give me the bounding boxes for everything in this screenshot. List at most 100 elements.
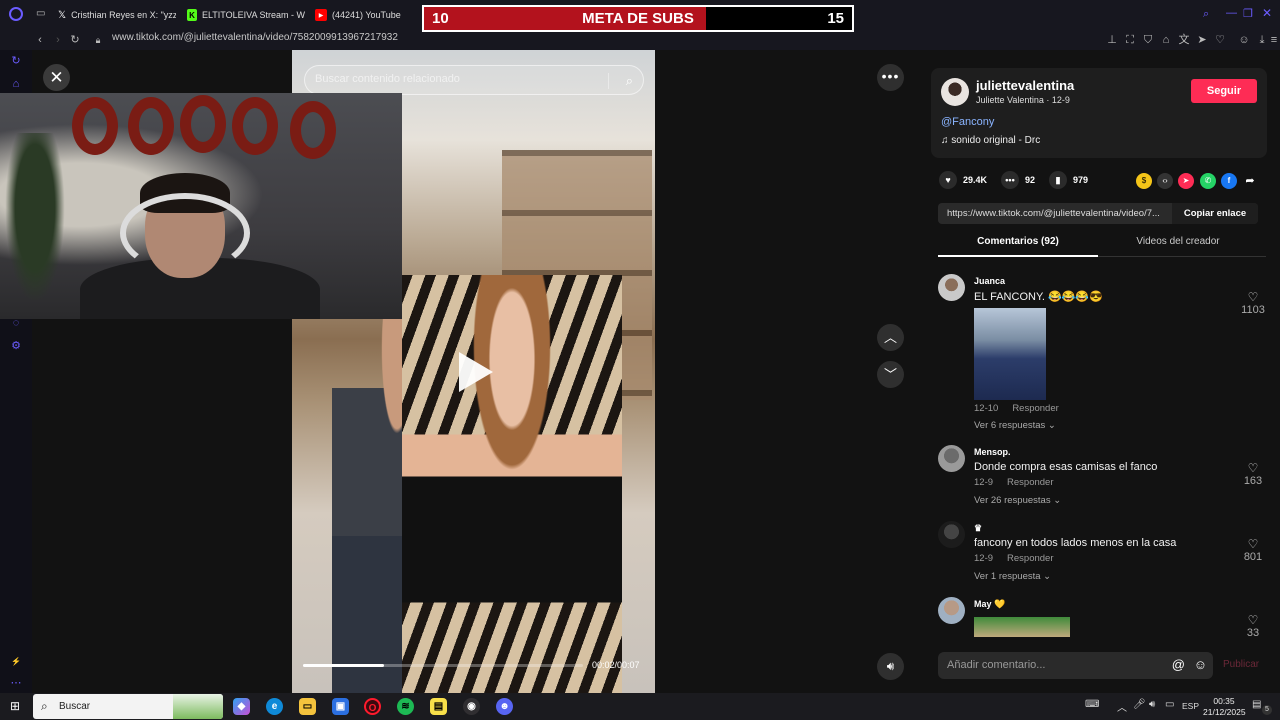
previous-video-button[interactable]: ︿ bbox=[877, 324, 904, 351]
comment-username[interactable]: Juanca bbox=[974, 276, 1005, 286]
translate-icon[interactable]: 文 bbox=[1177, 33, 1191, 47]
related-search-input[interactable]: Buscar contenido relacionado ⌕ bbox=[304, 65, 644, 95]
comment-username[interactable]: ♛ bbox=[974, 523, 982, 534]
view-replies-button[interactable]: Ver 6 respuestas ⌄ bbox=[974, 420, 1056, 431]
comment-username[interactable]: Mensop. bbox=[974, 447, 1011, 457]
follow-button[interactable]: Seguir bbox=[1191, 79, 1257, 103]
tab-youtube[interactable]: ▶ (44241) YouTube bbox=[315, 7, 420, 23]
tab-label: (44241) YouTube bbox=[332, 10, 401, 20]
mic-icon[interactable]: 🎤︎ bbox=[1133, 699, 1146, 710]
tab-comments[interactable]: Comentarios (92) bbox=[938, 236, 1098, 247]
extensions-icon[interactable]: ⚡ bbox=[9, 655, 23, 669]
taskbar-clock[interactable]: 00:35 21/12/2025 bbox=[1203, 696, 1246, 718]
minimize-icon[interactable]: — bbox=[1226, 7, 1237, 19]
reply-button[interactable]: Responder bbox=[1012, 403, 1058, 414]
reply-button[interactable]: Responder bbox=[1007, 477, 1053, 488]
comment-avatar[interactable] bbox=[938, 445, 965, 472]
sound-link[interactable]: ♫ sonido original - Drc bbox=[941, 135, 1040, 146]
tab-twitter[interactable]: 𝕏 Cristhian Reyes en X: "yzz bbox=[58, 7, 176, 23]
comment-image[interactable] bbox=[974, 617, 1070, 637]
comment-input[interactable]: Añadir comentario... @ ☺ bbox=[938, 652, 1213, 679]
search-tabs-icon[interactable]: ⌕ bbox=[1203, 8, 1209, 21]
comment-avatar[interactable] bbox=[938, 274, 965, 301]
emoji-icon[interactable]: ☺ bbox=[1194, 657, 1207, 672]
more-icon[interactable]: ⋯ bbox=[9, 676, 23, 690]
sticky-notes-icon[interactable]: ▤ bbox=[430, 698, 447, 715]
share-icon[interactable]: ➦ bbox=[1242, 173, 1258, 189]
taskbar-search[interactable]: ⌕ Buscar bbox=[33, 694, 223, 719]
close-button[interactable]: ✕ bbox=[43, 64, 70, 91]
tab-creator-videos[interactable]: Videos del creador bbox=[1098, 236, 1258, 247]
windows-start-icon[interactable]: ⊞ bbox=[8, 699, 22, 713]
edge-icon[interactable]: e bbox=[266, 698, 283, 715]
send-icon[interactable]: ➤ bbox=[1195, 33, 1209, 47]
aria-icon[interactable]: ↻ bbox=[9, 54, 23, 68]
copy-link-button[interactable]: Copiar enlace bbox=[1172, 203, 1258, 224]
copilot-icon[interactable]: ◆ bbox=[233, 698, 250, 715]
search-icon[interactable]: ⌕ bbox=[626, 73, 633, 89]
close-window-icon[interactable]: ✕ bbox=[1262, 6, 1272, 20]
tab-manager-icon[interactable]: ▭ bbox=[36, 8, 45, 19]
profile-icon[interactable]: ☺ bbox=[1237, 33, 1251, 47]
tab-kick[interactable]: K ELTITOLEIVA Stream - W bbox=[187, 7, 305, 23]
notifications-icon[interactable]: ▤ bbox=[1252, 699, 1261, 710]
opera-icon[interactable]: O bbox=[364, 698, 381, 715]
menu-icon[interactable]: ≡ bbox=[1267, 33, 1280, 47]
embed-icon[interactable]: ‹› bbox=[1157, 173, 1173, 189]
keyboard-icon[interactable]: ⌨ bbox=[1085, 699, 1099, 710]
comment-image[interactable] bbox=[974, 308, 1046, 400]
video-progress-bar[interactable] bbox=[303, 664, 583, 667]
view-replies-button[interactable]: Ver 26 respuestas ⌄ bbox=[974, 495, 1061, 506]
bag-icon[interactable]: ⌂ bbox=[9, 77, 23, 91]
comment-avatar[interactable] bbox=[938, 521, 965, 548]
comment-like[interactable]: ♡ 1103 bbox=[1238, 290, 1268, 316]
pin-icon[interactable]: ⊥ bbox=[1105, 33, 1119, 47]
reply-button[interactable]: Responder bbox=[1007, 553, 1053, 564]
network-icon[interactable]: ▭ bbox=[1165, 699, 1174, 710]
taskbar-search-label: Buscar bbox=[59, 701, 91, 712]
subs-goal-current: 10 bbox=[432, 10, 449, 27]
more-options-button[interactable]: ••• bbox=[877, 64, 904, 91]
discord-icon[interactable]: ☻ bbox=[496, 698, 513, 715]
like-stat[interactable]: ♥ 29.4K bbox=[939, 170, 987, 190]
save-stat[interactable]: ▮ 979 bbox=[1049, 170, 1088, 190]
play-icon[interactable] bbox=[459, 352, 493, 392]
spotify-icon[interactable]: ≋ bbox=[397, 698, 414, 715]
mention-icon[interactable]: @ bbox=[1172, 657, 1185, 672]
whatsapp-icon[interactable]: ✆ bbox=[1200, 173, 1216, 189]
coin-icon[interactable]: $ bbox=[1136, 173, 1152, 189]
heart-icon[interactable]: ♡ bbox=[1213, 33, 1227, 47]
comment-like[interactable]: ♡ 163 bbox=[1238, 461, 1268, 487]
comment-like[interactable]: ♡ 33 bbox=[1238, 613, 1268, 637]
mention-link[interactable]: @Fancony bbox=[941, 116, 994, 128]
facebook-icon[interactable]: f bbox=[1221, 173, 1237, 189]
send-to-friends-icon[interactable]: ➤ bbox=[1178, 173, 1194, 189]
url-field[interactable]: www.tiktok.com/@juliettevalentina/video/… bbox=[112, 32, 398, 43]
snapshot-icon[interactable]: ⛶ bbox=[1123, 33, 1137, 47]
publish-button[interactable]: Publicar bbox=[1223, 659, 1259, 670]
forward-icon[interactable]: › bbox=[51, 33, 65, 47]
comment-stat[interactable]: ••• 92 bbox=[1001, 170, 1035, 190]
comment-like[interactable]: ♡ 801 bbox=[1238, 537, 1268, 563]
obs-icon[interactable]: ◉ bbox=[463, 698, 480, 715]
view-replies-button[interactable]: Ver 1 respuesta ⌄ bbox=[974, 571, 1051, 582]
language-indicator[interactable]: ESP bbox=[1182, 701, 1199, 711]
extension-icon[interactable]: ⌂ bbox=[1159, 33, 1173, 47]
next-video-button[interactable]: ﹀ bbox=[877, 361, 904, 388]
shield-icon[interactable]: ⛉ bbox=[1141, 33, 1155, 47]
creator-handle[interactable]: juliettevalentina bbox=[976, 78, 1074, 93]
store-icon[interactable]: ▣ bbox=[332, 698, 349, 715]
tray-overflow-icon[interactable]: ︿ bbox=[1117, 699, 1127, 714]
opera-logo-icon[interactable] bbox=[9, 7, 23, 21]
file-explorer-icon[interactable]: ▭ bbox=[299, 698, 316, 715]
maximize-icon[interactable]: ❐ bbox=[1243, 7, 1253, 20]
volume-icon[interactable]: 🔊︎ bbox=[1149, 699, 1155, 710]
creator-avatar[interactable] bbox=[941, 78, 969, 106]
volume-button[interactable]: 🔊︎ bbox=[877, 653, 904, 680]
settings-icon[interactable]: ⚙ bbox=[9, 339, 23, 353]
reload-icon[interactable]: ↻ bbox=[68, 33, 82, 47]
comment-username[interactable]: May 💛 bbox=[974, 599, 1005, 610]
back-icon[interactable]: ‹ bbox=[33, 33, 47, 47]
comment-avatar[interactable] bbox=[938, 597, 965, 624]
balloon-digit bbox=[72, 97, 118, 155]
